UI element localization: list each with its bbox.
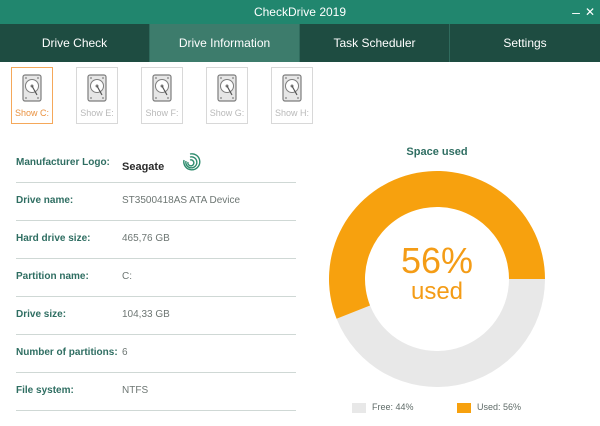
main-tabs: Drive Check Drive Information Task Sched… bbox=[0, 24, 600, 62]
tab-drive-check[interactable]: Drive Check bbox=[0, 24, 150, 62]
info-row-partitions: Number of partitions: 6 bbox=[16, 335, 296, 373]
window-title: CheckDrive 2019 bbox=[253, 5, 347, 19]
drive-info-table: Manufacturer Logo: Seagate Drive name: S… bbox=[16, 145, 296, 411]
hard-disk-icon bbox=[217, 74, 237, 102]
tab-settings[interactable]: Settings bbox=[450, 24, 600, 62]
hard-drive-size-label: Hard drive size: bbox=[16, 233, 91, 244]
manufacturer-logo-label: Manufacturer Logo: bbox=[16, 157, 110, 168]
title-bar: CheckDrive 2019 – ✕ bbox=[0, 0, 600, 24]
drive-size-value: 104,33 GB bbox=[122, 309, 170, 320]
hard-disk-icon bbox=[22, 74, 42, 102]
info-row-file-system: File system: NTFS bbox=[16, 373, 296, 411]
drive-size-label: Drive size: bbox=[16, 309, 67, 320]
drive-button-e[interactable]: Show E: bbox=[76, 67, 118, 124]
tab-drive-information[interactable]: Drive Information bbox=[150, 24, 300, 62]
hard-drive-size-value: 465,76 GB bbox=[122, 233, 170, 244]
hard-disk-icon bbox=[282, 74, 302, 102]
info-row-manufacturer: Manufacturer Logo: Seagate bbox=[16, 145, 296, 183]
info-row-partition-name: Partition name: C: bbox=[16, 259, 296, 297]
hard-disk-icon bbox=[152, 74, 172, 102]
drive-button-f[interactable]: Show F: bbox=[141, 67, 183, 124]
used-word: used bbox=[410, 278, 464, 305]
hard-disk-icon bbox=[87, 74, 107, 102]
partitions-value: 6 bbox=[122, 347, 128, 358]
file-system-value: NTFS bbox=[122, 385, 149, 396]
drive-selector: Show C: Show E: Show F: Show G: Show H: bbox=[11, 67, 336, 125]
close-icon[interactable]: ✕ bbox=[582, 0, 598, 24]
seagate-logo: Seagate bbox=[122, 153, 201, 173]
drive-button-c[interactable]: Show C: bbox=[11, 67, 53, 124]
info-row-drive-name: Drive name: ST3500418AS ATA Device bbox=[16, 183, 296, 221]
file-system-label: File system: bbox=[16, 385, 74, 396]
svg-text:Seagate: Seagate bbox=[122, 161, 164, 173]
drive-name-label: Drive name: bbox=[16, 195, 74, 206]
drive-button-h[interactable]: Show H: bbox=[271, 67, 313, 124]
legend-used-label: Used: 56% bbox=[477, 402, 522, 412]
tab-task-scheduler[interactable]: Task Scheduler bbox=[300, 24, 450, 62]
info-row-drive-size: Drive size: 104,33 GB bbox=[16, 297, 296, 335]
partition-name-value: C: bbox=[122, 271, 132, 282]
drive-name-value: ST3500418AS ATA Device bbox=[122, 195, 241, 206]
space-used-title: Space used bbox=[406, 146, 468, 158]
drive-label: Show F: bbox=[145, 108, 179, 118]
legend-free: Free: 44% bbox=[352, 402, 414, 414]
drive-label: Show C: bbox=[14, 108, 49, 118]
legend-free-label: Free: 44% bbox=[372, 402, 414, 412]
used-percent-text: 56% bbox=[400, 240, 474, 281]
legend-used: Used: 56% bbox=[457, 402, 521, 414]
partitions-label: Number of partitions: bbox=[16, 347, 118, 358]
drive-label: Show G: bbox=[209, 108, 245, 118]
legend-used-swatch bbox=[457, 402, 471, 413]
info-row-hard-drive-size: Hard drive size: 465,76 GB bbox=[16, 221, 296, 259]
drive-button-g[interactable]: Show G: bbox=[206, 67, 248, 124]
drive-label: Show E: bbox=[80, 108, 114, 118]
partition-name-label: Partition name: bbox=[16, 271, 89, 282]
drive-label: Show H: bbox=[274, 108, 309, 118]
legend-free-swatch bbox=[352, 402, 366, 413]
